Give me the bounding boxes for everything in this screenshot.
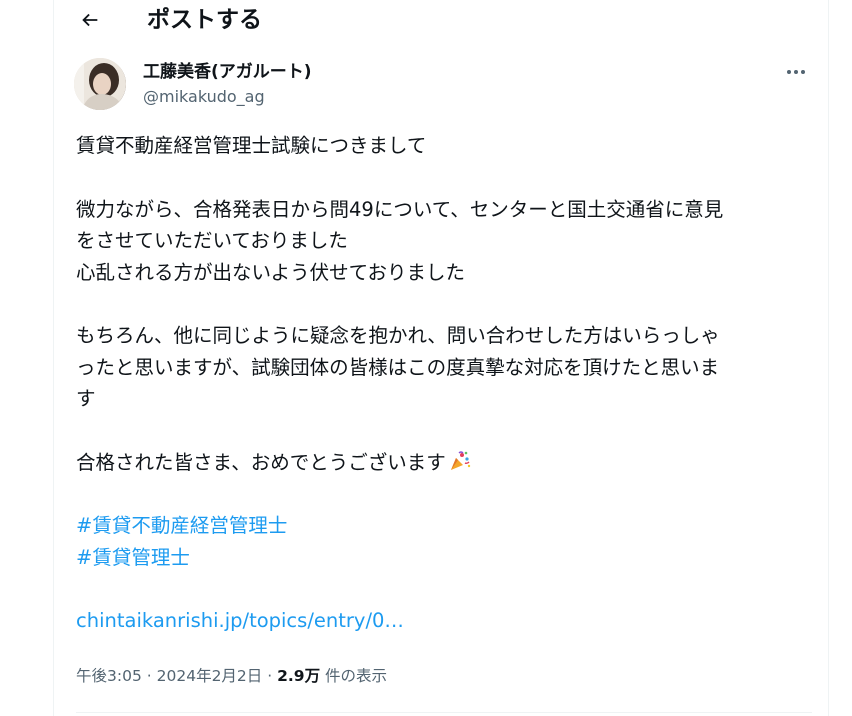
avatar-image xyxy=(74,58,126,110)
divider xyxy=(76,712,812,713)
party-popper-icon xyxy=(450,450,470,470)
avatar[interactable] xyxy=(74,58,126,110)
external-link[interactable]: chintaikanrishi.jp/topics/entry/0… xyxy=(76,605,816,637)
post-column: ポストする 工藤美香(アガルート) @mikakudo_ag 賃貸不動産経営管理… xyxy=(53,0,829,716)
meta-separator: · xyxy=(267,667,273,685)
back-button[interactable] xyxy=(72,2,108,38)
more-horizontal-icon xyxy=(787,70,805,74)
post-paragraph: 微力ながら、合格発表日から問49について、センターと国土交通省に意見 をさせてい… xyxy=(76,197,724,284)
hashtag-link[interactable]: #賃貸不動産経営管理士 xyxy=(76,510,816,542)
header-bar: ポストする xyxy=(54,0,828,40)
post-meta: 午後3:05 · 2024年2月2日 · 2.9万 件の表示 xyxy=(76,664,387,688)
meta-separator: · xyxy=(146,667,152,685)
author-handle[interactable]: @mikakudo_ag xyxy=(143,86,265,108)
post-time[interactable]: 午後3:05 xyxy=(76,667,142,685)
more-options-button[interactable] xyxy=(779,58,813,86)
post-paragraph: 賃貸不動産経営管理士試験につきまして xyxy=(76,134,427,157)
page-title: ポストする xyxy=(147,7,262,33)
hashtag-link[interactable]: #賃貸管理士 xyxy=(76,542,816,574)
arrow-left-icon xyxy=(82,13,98,27)
post-body: 賃貸不動産経営管理士試験につきまして 微力ながら、合格発表日から問49について、… xyxy=(76,130,816,637)
views-count: 2.9万 xyxy=(277,667,321,685)
post-paragraph: もちろん、他に同じように疑念を抱かれ、問い合わせした方はいらっしゃ ったと思いま… xyxy=(76,324,720,410)
post-paragraph-text: 合格された皆さま、おめでとうございます xyxy=(76,450,446,474)
views-label: 件の表示 xyxy=(325,667,388,685)
author-name[interactable]: 工藤美香(アガルート) xyxy=(143,60,312,84)
post-date[interactable]: 2024年2月2日 xyxy=(157,667,263,685)
post-paragraph-congrats: 合格された皆さま、おめでとうございます xyxy=(76,447,816,479)
